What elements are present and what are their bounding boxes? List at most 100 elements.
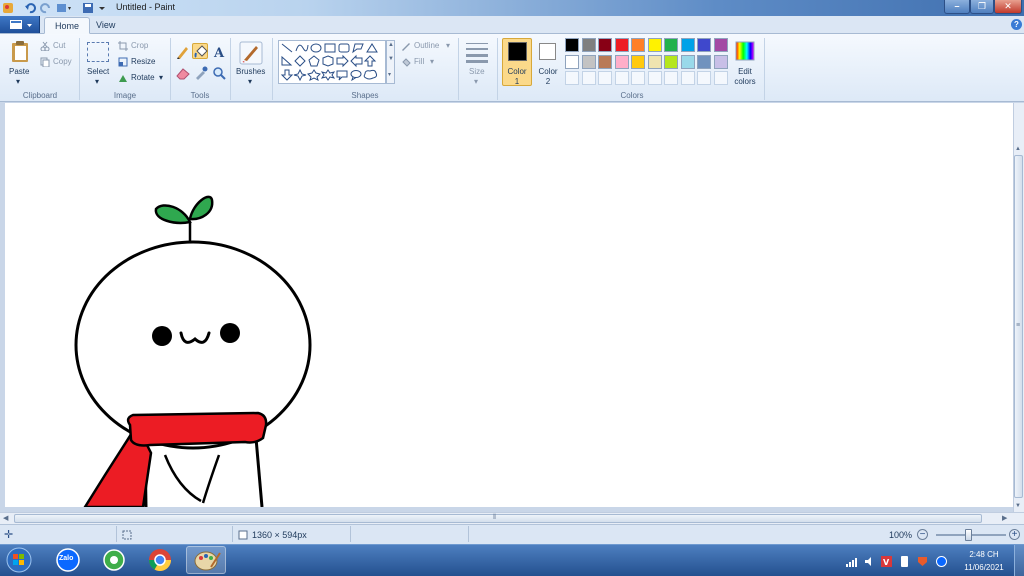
paste-dropdown-icon[interactable]: ▾ (16, 77, 20, 86)
palette-swatch[interactable] (680, 38, 695, 52)
shield-flag-icon[interactable] (917, 556, 928, 567)
palette-swatch[interactable] (631, 38, 645, 52)
paint-app-icon[interactable] (2, 2, 14, 14)
palette-swatch[interactable] (664, 54, 678, 69)
size-button[interactable] (465, 41, 489, 63)
scroll-up-icon[interactable]: ▲ (1015, 146, 1021, 152)
zalo-tray-icon[interactable] (936, 556, 947, 567)
clock-time[interactable]: 2:48 CH (962, 550, 1006, 559)
palette-swatch[interactable] (631, 54, 645, 69)
brushes-button[interactable] (238, 40, 264, 66)
scroll-right-icon[interactable]: ▶ (1002, 514, 1007, 522)
device-icon[interactable] (899, 556, 910, 567)
palette-swatch[interactable] (614, 38, 629, 52)
brushes-dropdown-icon[interactable]: ▾ (248, 77, 252, 86)
palette-swatch[interactable] (713, 54, 728, 69)
cut-button[interactable]: Cut (53, 41, 65, 50)
taskbar-zalo[interactable]: Zalo (48, 546, 88, 574)
palette-swatch-empty[interactable] (631, 71, 645, 85)
palette-swatch-empty[interactable] (697, 71, 711, 85)
taskbar-zalo-alt[interactable] (94, 546, 134, 574)
palette-swatch-empty[interactable] (614, 71, 629, 85)
customize-toolbar-icon[interactable] (56, 2, 71, 14)
palette-swatch-empty[interactable] (598, 71, 612, 85)
edit-colors-button[interactable] (734, 40, 756, 62)
scroll-left-icon[interactable]: ◀ (3, 514, 8, 522)
paste-button[interactable] (10, 40, 32, 64)
signal-icon[interactable] (846, 556, 857, 567)
text-tool[interactable]: A (210, 43, 226, 61)
save-icon[interactable] (82, 2, 94, 14)
maximize-button[interactable]: ❐ (970, 0, 994, 14)
undo-icon[interactable] (24, 2, 36, 14)
fill-tool[interactable] (192, 43, 208, 59)
shapes-gallery-scroll[interactable]: ▲ ▼ ▾ (386, 40, 395, 84)
scroll-down-icon[interactable]: ▼ (1015, 503, 1021, 509)
zoom-in-button[interactable]: + (1009, 529, 1020, 540)
outline-dropdown-icon[interactable]: ▾ (446, 41, 450, 50)
group-separator (230, 38, 231, 100)
shapes-gallery[interactable] (278, 40, 386, 84)
palette-swatch-empty[interactable] (680, 71, 695, 85)
palette-swatch[interactable] (565, 54, 579, 69)
palette-swatch[interactable] (565, 38, 579, 52)
close-button[interactable]: ✕ (994, 0, 1022, 14)
grip-icon: ≡ (1016, 322, 1021, 329)
magnifier-tool[interactable] (210, 64, 226, 80)
palette-swatch[interactable] (697, 38, 711, 52)
magnifier-icon (213, 67, 226, 80)
size-label: Size (469, 67, 485, 76)
chevron-down-icon[interactable] (96, 2, 108, 14)
palette-swatch[interactable] (647, 54, 662, 69)
brushes-label: Brushes (236, 67, 266, 76)
tab-view[interactable]: View (86, 17, 125, 34)
palette-swatch[interactable] (598, 54, 612, 69)
select-button[interactable] (87, 42, 109, 62)
palette-swatch-empty[interactable] (565, 71, 579, 85)
rotate-button[interactable]: Rotate (131, 73, 155, 82)
start-button[interactable] (4, 546, 34, 574)
palette-swatch-empty[interactable] (664, 71, 678, 85)
crop-button[interactable]: Crop (131, 41, 148, 50)
tab-home[interactable]: Home (44, 17, 91, 34)
palette-swatch-empty[interactable] (647, 71, 662, 85)
clock-date[interactable]: 11/06/2021 (956, 563, 1012, 572)
palette-swatch[interactable] (664, 38, 678, 52)
taskbar-chrome[interactable] (140, 546, 180, 574)
resize-button[interactable]: Resize (131, 57, 155, 66)
eraser-tool[interactable] (174, 64, 190, 80)
outline-button[interactable]: Outline (414, 41, 439, 50)
rotate-dropdown-icon[interactable]: ▾ (159, 73, 163, 82)
minimize-button[interactable]: – (944, 0, 970, 14)
vertical-scroll-thumb[interactable]: ≡ (1014, 155, 1023, 498)
pencil-tool[interactable] (174, 43, 190, 59)
palette-swatch[interactable] (697, 54, 711, 69)
horizontal-scroll-thumb[interactable]: ⦀ (14, 514, 982, 523)
palette-swatch[interactable] (581, 38, 596, 52)
help-icon[interactable]: ? (1011, 19, 1022, 30)
redo-icon[interactable] (40, 2, 52, 14)
palette-swatch[interactable] (598, 38, 612, 52)
drawing-canvas[interactable] (5, 103, 1013, 507)
palette-swatch[interactable] (680, 54, 695, 69)
color-picker-tool[interactable] (192, 64, 208, 80)
show-desktop-button[interactable] (1014, 545, 1024, 576)
palette-swatch-empty[interactable] (713, 71, 728, 85)
paint-menu-button[interactable] (0, 16, 40, 33)
zoom-slider-thumb[interactable] (965, 529, 972, 541)
taskbar-paint[interactable] (186, 546, 226, 574)
palette-swatch[interactable] (581, 54, 596, 69)
mascot-drawing (74, 195, 312, 507)
size-dropdown-icon[interactable]: ▾ (474, 77, 478, 86)
zoom-out-button[interactable]: − (917, 529, 928, 540)
palette-swatch[interactable] (614, 54, 629, 69)
palette-swatch[interactable] (647, 38, 662, 52)
fill-button[interactable]: Fill (414, 57, 424, 66)
select-dropdown-icon[interactable]: ▾ (95, 77, 99, 86)
antivirus-icon[interactable]: V (881, 556, 892, 567)
palette-swatch[interactable] (713, 38, 728, 52)
speaker-icon[interactable] (864, 556, 875, 567)
palette-swatch-empty[interactable] (581, 71, 596, 85)
copy-button[interactable]: Copy (53, 57, 72, 66)
fill-dropdown-icon[interactable]: ▾ (430, 57, 434, 66)
